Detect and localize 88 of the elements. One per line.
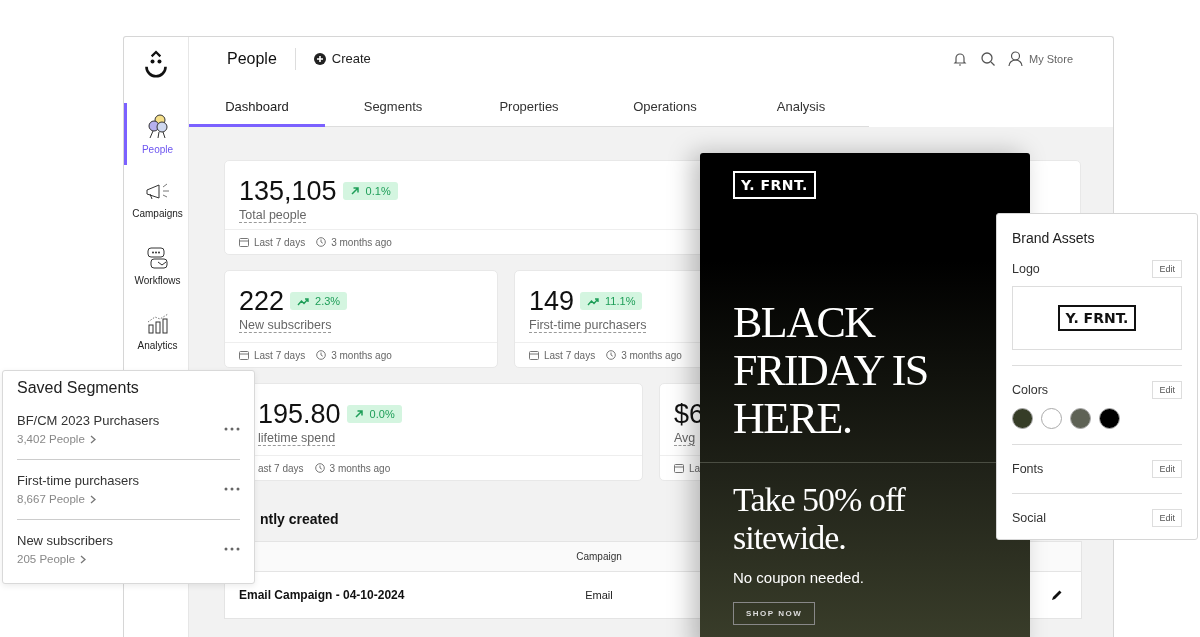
section-label: Social (1012, 511, 1047, 525)
updated-text: 3 months ago (331, 236, 392, 248)
tab[interactable]: Analysis (733, 88, 869, 127)
period-text: Last 7 days (254, 236, 306, 248)
color-swatch[interactable] (1041, 408, 1062, 429)
pencil-icon[interactable] (1051, 589, 1063, 601)
chevron-right-icon (89, 434, 96, 444)
period-text: Last 7 days (544, 349, 596, 361)
clock-icon (316, 237, 327, 247)
stat-label: New subscribers (239, 318, 332, 333)
trend-up-icon (297, 296, 310, 306)
more-icon[interactable] (224, 487, 240, 491)
calendar-icon (239, 350, 249, 360)
stat-label: Total people (239, 208, 307, 223)
stat-label: Avg (674, 431, 696, 446)
smile-logo-icon (143, 49, 169, 81)
change-value: 11.1% (605, 295, 636, 307)
color-swatch[interactable] (1070, 408, 1091, 429)
segment-name[interactable]: New subscribers (17, 533, 114, 548)
clock-icon (606, 350, 617, 360)
edit-button[interactable]: Edit (1152, 260, 1182, 278)
chevron-right-icon (80, 554, 87, 564)
tab[interactable]: Segments (325, 88, 461, 127)
updated-text: 3 months ago (329, 462, 391, 474)
section-label: Colors (1012, 383, 1049, 397)
section-label: Fonts (1012, 462, 1044, 476)
stat-value: 222 (239, 285, 285, 317)
section-label: Logo (1012, 262, 1040, 276)
segment-count-link[interactable]: 3,402 People (17, 433, 160, 445)
calendar-icon (239, 237, 249, 247)
calendar-icon (674, 463, 684, 473)
section-heading: ntly created (260, 511, 339, 527)
color-swatch[interactable] (1012, 408, 1033, 429)
edit-button[interactable]: Edit (1152, 509, 1182, 527)
trend-up-icon (587, 296, 600, 306)
panel-title: Brand Assets (1012, 230, 1096, 246)
period-text: La (689, 462, 701, 474)
edit-button[interactable]: Edit (1152, 460, 1182, 478)
edit-button[interactable]: Edit (1152, 381, 1182, 399)
change-value: 2.3% (315, 295, 341, 307)
calendar-icon (529, 350, 539, 360)
chevron-right-icon (89, 494, 96, 504)
nav-item[interactable]: Analytics (124, 301, 188, 363)
clock-icon (314, 463, 325, 473)
panel-title: Saved Segments (17, 379, 140, 397)
offer-text: Take 50% off sitewide. (733, 481, 907, 557)
period-text: ast 7 days (258, 462, 304, 474)
segment-name[interactable]: First-time purchasers (17, 473, 140, 488)
period-text: Last 7 days (254, 349, 306, 361)
color-swatch[interactable] (1099, 408, 1120, 429)
bar-chart-icon (145, 313, 170, 335)
brand-logo: Y. FRNT. (733, 171, 816, 199)
email-note: No coupon needed. (733, 569, 865, 586)
account-button[interactable]: My Store (1008, 50, 1073, 67)
table-cell-text: Email (584, 589, 614, 601)
chat-bubbles-icon (145, 246, 170, 270)
brand-logo: Y. FRNT. (1057, 305, 1137, 331)
user-icon (1008, 50, 1023, 67)
more-icon[interactable] (224, 547, 240, 551)
segment-name[interactable]: BF/CM 2023 Purchasers (17, 413, 160, 428)
nav-item[interactable]: Workflows (124, 235, 188, 297)
create-button[interactable]: Create (313, 51, 371, 66)
change-value: 0.0% (369, 408, 395, 420)
stat-value: 149 (529, 285, 575, 317)
updated-text: 3 months ago (331, 349, 392, 361)
segment-count-link[interactable]: 205 People (17, 553, 114, 565)
segment-count-link[interactable]: 8,667 People (17, 493, 140, 505)
arrow-up-right-icon (353, 409, 364, 419)
stat-label: lifetime spend (258, 431, 336, 446)
tab[interactable]: Operations (597, 88, 733, 127)
plus-circle-icon (313, 52, 326, 65)
stat-value: 195.80 (258, 398, 341, 430)
search-icon[interactable] (980, 50, 996, 67)
updated-text: 3 months ago (621, 349, 682, 361)
nav-item[interactable]: Campaigns (124, 169, 188, 231)
table-cell-text: Email Campaign - 04-10-2024 (238, 588, 406, 602)
tab[interactable]: Properties (461, 88, 597, 127)
arrow-up-right-icon (349, 186, 360, 196)
clock-icon (316, 350, 327, 360)
shop-now-button[interactable]: SHOP NOW (733, 602, 816, 625)
page-title: People (227, 49, 277, 68)
more-icon[interactable] (224, 427, 240, 431)
column-header: Campaign (575, 551, 623, 562)
stat-value: 135,105 (239, 175, 337, 207)
stat-label: First-time purchasers (529, 318, 647, 333)
change-value: 0.1% (365, 185, 391, 197)
bell-icon[interactable] (952, 50, 968, 67)
email-headline: BLACK FRIDAY IS HERE. (733, 299, 929, 443)
